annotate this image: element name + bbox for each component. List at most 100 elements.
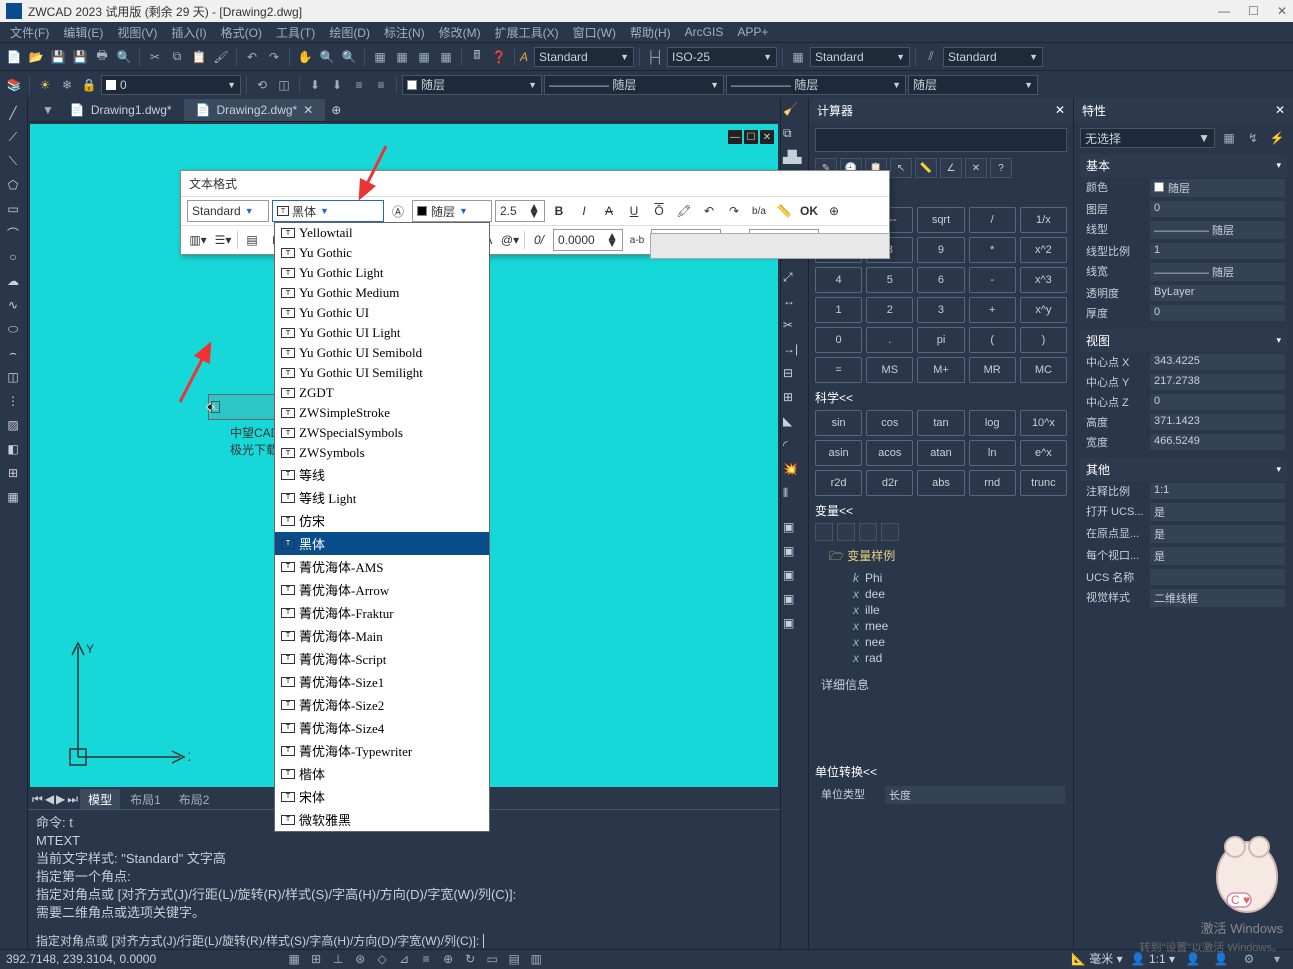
zoom-icon[interactable]: 🔍: [317, 47, 337, 67]
table-style-combo[interactable]: Standard▼: [810, 47, 910, 67]
font-option[interactable]: T等线: [275, 463, 489, 486]
calc-key[interactable]: 4: [815, 267, 862, 293]
calc-key[interactable]: 10^x: [1020, 410, 1067, 436]
layer-combo[interactable]: 0▼: [101, 75, 241, 95]
calc-key[interactable]: log: [969, 410, 1016, 436]
undo-icon[interactable]: ↶: [242, 47, 262, 67]
modify-a-icon[interactable]: ▣: [783, 520, 805, 542]
prop-row[interactable]: 中心点 Y217.2738: [1080, 372, 1287, 392]
tablestyle-icon[interactable]: ▦: [788, 47, 808, 67]
calc-x-icon[interactable]: ✕: [965, 158, 987, 178]
prop-row[interactable]: 注释比例1:1: [1080, 481, 1287, 501]
pan-icon[interactable]: ✋: [295, 47, 315, 67]
layer-match-icon[interactable]: ⬇: [327, 75, 347, 95]
calc-key[interactable]: asin: [815, 440, 862, 466]
grid-icon[interactable]: ▦: [370, 47, 390, 67]
ortho-toggle[interactable]: ⊥: [328, 949, 348, 969]
quickselect-icon[interactable]: ▦: [1219, 128, 1239, 148]
hatch-icon[interactable]: ▨: [2, 414, 24, 436]
align-left-icon[interactable]: ▤: [241, 229, 263, 251]
font-option[interactable]: TYu Gothic Light: [275, 263, 489, 283]
prop-row[interactable]: 透明度ByLayer: [1080, 283, 1287, 303]
grid-toggle[interactable]: ⊞: [306, 949, 326, 969]
fillet-icon[interactable]: ◜: [783, 438, 805, 460]
color-combo[interactable]: 随层▼: [402, 75, 542, 95]
calc-key[interactable]: MS: [866, 357, 913, 383]
pline-icon[interactable]: ⟍: [2, 150, 24, 172]
calc-key[interactable]: x^3: [1020, 267, 1067, 293]
prop-row[interactable]: 厚度0: [1080, 303, 1287, 323]
calc-key[interactable]: d2r: [866, 470, 913, 496]
model-toggle[interactable]: ▭: [482, 949, 502, 969]
bold-button[interactable]: B: [548, 200, 570, 222]
font-option[interactable]: T宋体: [275, 785, 489, 808]
var-item[interactable]: xmee: [815, 618, 1067, 634]
explode-icon[interactable]: 💥: [783, 462, 805, 484]
calc-key[interactable]: sin: [815, 410, 862, 436]
menu-item[interactable]: 格式(O): [215, 22, 268, 43]
doc-tab-2[interactable]: 📄Drawing2.dwg*✕: [184, 99, 326, 121]
line-icon[interactable]: ╱: [2, 102, 24, 124]
font-option[interactable]: T菁优海体-Main: [275, 624, 489, 647]
calc-key[interactable]: -: [969, 267, 1016, 293]
extend-icon[interactable]: →|: [783, 342, 805, 364]
calc-key[interactable]: 1/x: [1020, 207, 1067, 233]
calc-key[interactable]: x^y: [1020, 297, 1067, 323]
polar-toggle[interactable]: ⊛: [350, 949, 370, 969]
font-option[interactable]: T楷体: [275, 762, 489, 785]
menu-item[interactable]: 插入(I): [165, 22, 212, 43]
layer-freeze-icon[interactable]: ❄: [57, 75, 77, 95]
calc-key[interactable]: 0: [815, 327, 862, 353]
stretch-icon[interactable]: ↔: [783, 294, 805, 316]
saveas-icon[interactable]: 💾: [70, 47, 90, 67]
circle-icon[interactable]: ○: [2, 246, 24, 268]
layout-nav-last[interactable]: ⏭: [67, 792, 78, 807]
font-option[interactable]: TZWSimpleStroke: [275, 403, 489, 423]
prop-row[interactable]: 高度371.1423: [1080, 412, 1287, 432]
font-option[interactable]: TZGDT: [275, 383, 489, 403]
calc-key[interactable]: ln: [969, 440, 1016, 466]
menu-item[interactable]: APP+: [731, 23, 774, 41]
align-icon[interactable]: ⫴: [783, 486, 805, 508]
dim-style-combo[interactable]: ISO-25▼: [667, 47, 777, 67]
menu-item[interactable]: 标注(N): [378, 22, 431, 43]
menu-item[interactable]: 窗口(W): [567, 22, 622, 43]
layer-mgr-icon[interactable]: 📚: [4, 75, 24, 95]
calc-key[interactable]: abs: [917, 470, 964, 496]
prop-row[interactable]: 线型————— 随层: [1080, 219, 1287, 241]
layout-tab-2[interactable]: 布局2: [171, 789, 218, 810]
menu-item[interactable]: 绘图(D): [323, 22, 376, 43]
redo-text-icon[interactable]: ↷: [723, 200, 745, 222]
font-option[interactable]: TYu Gothic UI Semilight: [275, 363, 489, 383]
help-icon[interactable]: ❓: [489, 47, 509, 67]
prop-section-basic[interactable]: 基本▾: [1080, 154, 1287, 177]
calc-key[interactable]: rnd: [969, 470, 1016, 496]
font-dropdown[interactable]: TYellowtailTYu GothicTYu Gothic LightTYu…: [274, 222, 490, 832]
snap-toggle[interactable]: ▦: [284, 949, 304, 969]
ok-button[interactable]: OK: [798, 200, 820, 222]
tab-close-icon[interactable]: ✕: [303, 103, 313, 117]
paste-icon[interactable]: 📋: [189, 47, 209, 67]
var-item[interactable]: xille: [815, 602, 1067, 618]
prop-row[interactable]: 打开 UCS...是: [1080, 501, 1287, 523]
menu-item[interactable]: 视图(V): [111, 22, 163, 43]
mlstyle-icon[interactable]: ⫽: [921, 47, 941, 67]
var-new-icon[interactable]: [815, 523, 833, 541]
ellipsearc-icon[interactable]: ⌢: [2, 342, 24, 364]
symbol-icon[interactable]: @▾: [499, 229, 521, 251]
rect-icon[interactable]: ▭: [2, 198, 24, 220]
calc-icon[interactable]: 🖩: [467, 47, 487, 67]
grid2-icon[interactable]: ▦: [392, 47, 412, 67]
layer-walk2-icon[interactable]: ≡: [371, 75, 391, 95]
calc-key[interactable]: pi: [917, 327, 964, 353]
prop-row[interactable]: 每个视口...是: [1080, 545, 1287, 567]
point-icon[interactable]: ⋮: [2, 390, 24, 412]
calc-unit-header[interactable]: 单位转换<<: [815, 763, 1067, 780]
layout-nav-first[interactable]: ⏮: [32, 792, 43, 807]
make-current-icon[interactable]: ⬇: [305, 75, 325, 95]
pickadd-icon[interactable]: ↯: [1243, 128, 1263, 148]
annotative-icon[interactable]: Ⓐ: [387, 200, 409, 222]
calc-key[interactable]: *: [969, 237, 1016, 263]
revcloud-icon[interactable]: ☁: [2, 270, 24, 292]
mirror-icon[interactable]: ▟▙: [783, 150, 805, 172]
